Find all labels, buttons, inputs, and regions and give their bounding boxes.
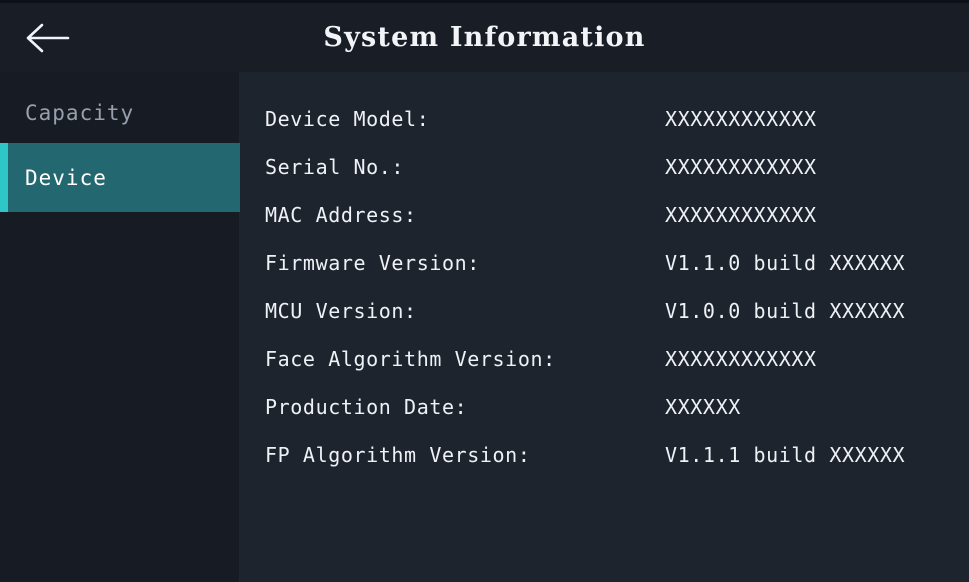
sidebar-item-capacity[interactable]: Capacity xyxy=(0,78,240,147)
production-date-value: XXXXXX xyxy=(665,395,741,419)
header-bar: System Information xyxy=(0,3,969,72)
info-row: Face Algorithm Version: XXXXXXXXXXXX xyxy=(241,344,969,374)
mac-address-value: XXXXXXXXXXXX xyxy=(665,203,817,227)
info-row: Firmware Version: V1.1.0 build XXXXXX xyxy=(241,248,969,278)
info-row: FP Algorithm Version: V1.1.1 build XXXXX… xyxy=(241,440,969,470)
face-algorithm-version-label: Face Algorithm Version: xyxy=(265,347,556,371)
info-row: Device Model: XXXXXXXXXXXX xyxy=(241,104,969,134)
firmware-version-value: V1.1.0 build XXXXXX xyxy=(665,251,906,275)
device-model-label: Device Model: xyxy=(265,107,430,131)
firmware-version-label: Firmware Version: xyxy=(265,251,480,275)
sidebar-item-device-label: Device xyxy=(25,165,107,190)
info-row: MCU Version: V1.0.0 build XXXXXX xyxy=(241,296,969,326)
sidebar-item-capacity-label: Capacity xyxy=(25,100,135,125)
info-row: Production Date: XXXXXX xyxy=(241,392,969,422)
system-information-screen: System Information Capacity Device Devic… xyxy=(0,0,969,582)
device-info-panel: Device Model: XXXXXXXXXXXX Serial No.: X… xyxy=(241,72,969,582)
page-title: System Information xyxy=(323,22,646,53)
face-algorithm-version-value: XXXXXXXXXXXX xyxy=(665,347,817,371)
mac-address-label: MAC Address: xyxy=(265,203,417,227)
info-row: MAC Address: XXXXXXXXXXXX xyxy=(241,200,969,230)
serial-no-value: XXXXXXXXXXXX xyxy=(665,155,817,179)
fp-algorithm-version-label: FP Algorithm Version: xyxy=(265,443,531,467)
sidebar-item-device[interactable]: Device xyxy=(0,143,240,212)
mcu-version-label: MCU Version: xyxy=(265,299,417,323)
serial-no-label: Serial No.: xyxy=(265,155,405,179)
mcu-version-value: V1.0.0 build XXXXXX xyxy=(665,299,906,323)
info-row: Serial No.: XXXXXXXXXXXX xyxy=(241,152,969,182)
fp-algorithm-version-value: V1.1.1 build XXXXXX xyxy=(665,443,906,467)
sidebar: Capacity Device xyxy=(0,72,240,582)
production-date-label: Production Date: xyxy=(265,395,468,419)
device-model-value: XXXXXXXXXXXX xyxy=(665,107,817,131)
